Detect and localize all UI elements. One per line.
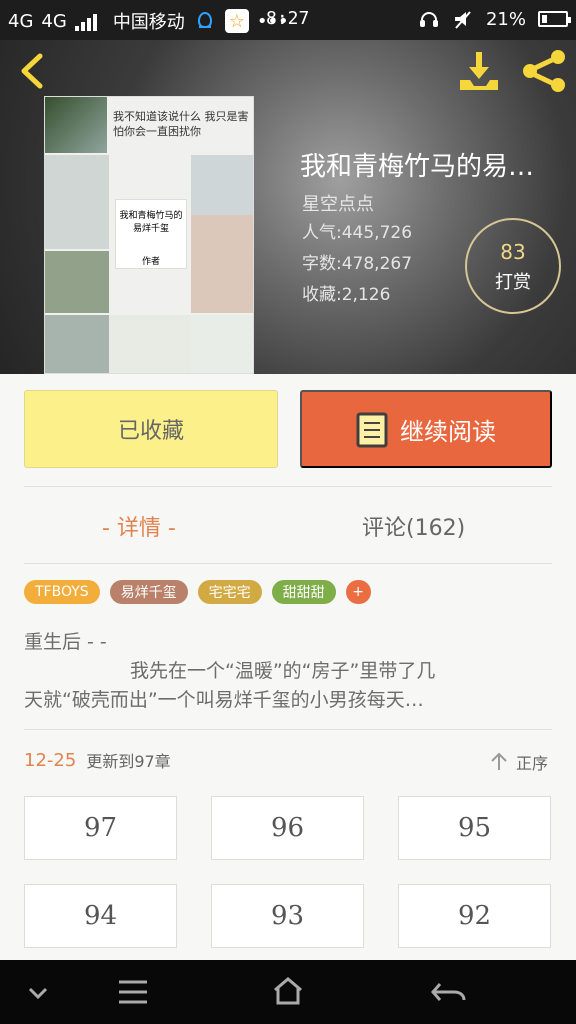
tag-chip[interactable]: TFBOYS — [24, 580, 100, 604]
chevron-down-icon[interactable] — [3, 960, 73, 1024]
update-text: 更新到97章 — [86, 752, 171, 771]
status-time: 8:27 — [266, 8, 310, 29]
battery-icon — [538, 11, 571, 27]
home-icon[interactable] — [253, 960, 323, 1024]
book-cover[interactable]: 我不知道该说什么 我只是害怕你会一直困扰你 我和青梅竹马的易烊千玺 作者 — [44, 96, 254, 374]
top-divider — [24, 486, 552, 487]
back-button[interactable] — [16, 50, 48, 92]
chapter-button[interactable]: 93 — [211, 884, 364, 948]
tag-list: TFBOYS 易烊千玺 宅宅宅 甜甜甜 + — [24, 580, 371, 604]
sort-label: 正序 — [516, 754, 549, 773]
cover-author-label: 作者 — [141, 257, 160, 267]
status-left: 4G 4G 中国移动 ☆ ••• — [8, 8, 289, 34]
cover-book-title: 我和青梅竹马的易烊千玺 — [119, 211, 183, 234]
sort-order-button[interactable]: 正序 — [488, 750, 548, 774]
qq-icon — [197, 11, 212, 29]
cover-photo-5 — [45, 315, 109, 373]
up-arrow-icon — [491, 752, 507, 770]
tab-details[interactable]: - 详情 - — [102, 510, 176, 542]
synopsis-line-1: 重生后 - - — [24, 631, 107, 653]
menu-icon[interactable] — [97, 960, 167, 1024]
headphones-icon — [419, 12, 438, 27]
share-button[interactable] — [520, 48, 568, 94]
cover-book-title-card: 我和青梅竹马的易烊千玺 作者 — [115, 199, 187, 269]
synopsis-divider — [24, 729, 552, 730]
chapter-button[interactable]: 97 — [24, 796, 177, 860]
cover-hand-photo — [45, 155, 109, 249]
tag-chip[interactable]: 甜甜甜 — [271, 580, 336, 604]
update-date: 12-25 — [24, 749, 77, 771]
book-title: 我和青梅竹马的易… — [300, 152, 535, 182]
synopsis-line-3: 天就“破壳而出”一个叫易烊千玺的小男孩每天… — [24, 689, 424, 711]
download-button[interactable] — [456, 48, 502, 94]
favorites-stat: 收藏:2,126 — [302, 285, 391, 305]
cover-illustration-2 — [191, 315, 253, 373]
carrier-label: 中国移动 — [112, 12, 185, 33]
book-author[interactable]: 星空点点 — [302, 190, 374, 216]
battery-percent: 21% — [485, 8, 526, 30]
chapter-button[interactable]: 95 — [398, 796, 551, 860]
tabs-divider — [24, 563, 552, 564]
tag-chip[interactable]: 宅宅宅 — [197, 580, 262, 604]
star-app-icon: ☆ — [224, 9, 249, 33]
status-right: 21% — [418, 8, 571, 30]
cover-photo-2 — [191, 155, 253, 215]
tag-chip[interactable]: 易烊千玺 — [109, 580, 188, 604]
tip-label: 打赏 — [495, 272, 531, 293]
network-4g-left: 4G — [8, 10, 34, 32]
collected-button[interactable]: 已收藏 — [24, 390, 278, 468]
signal-icon — [74, 11, 105, 31]
cover-photo-1 — [45, 97, 107, 153]
book-icon — [356, 412, 388, 448]
network-4g-right: 4G — [41, 10, 67, 32]
tip-count: 83 — [500, 240, 526, 264]
continue-reading-label: 继续阅读 — [400, 418, 496, 446]
status-bar: 4G 4G 中国移动 ☆ ••• 8:27 21% — [0, 0, 576, 40]
synopsis-line-2: 我先在一个“温暖”的“房子”里带了几 — [130, 660, 436, 682]
back-icon[interactable] — [412, 960, 482, 1024]
book-synopsis[interactable]: 重生后 - - 我先在一个“温暖”的“房子”里带了几 天就“破壳而出”一个叫易烊… — [24, 628, 552, 715]
cover-photo-3 — [191, 215, 253, 313]
chapter-button[interactable]: 92 — [398, 884, 551, 948]
add-tag-button[interactable]: + — [345, 580, 371, 604]
latest-update: 12-25 更新到97章 — [24, 748, 171, 772]
mute-icon — [454, 11, 471, 29]
battery-level — [542, 15, 548, 23]
cover-photo-4 — [45, 251, 109, 313]
cover-illustration-1 — [109, 315, 191, 373]
chapter-button[interactable]: 94 — [24, 884, 177, 948]
tip-button[interactable]: 83 打赏 — [465, 218, 561, 314]
navigation-bar — [0, 960, 576, 1024]
word-count-stat: 字数:478,267 — [302, 254, 413, 274]
popularity-stat: 人气:445,726 — [302, 223, 413, 243]
tab-comments[interactable]: 评论(162) — [362, 510, 465, 542]
continue-reading-button[interactable]: 继续阅读 — [300, 390, 552, 468]
chapter-button[interactable]: 96 — [211, 796, 364, 860]
